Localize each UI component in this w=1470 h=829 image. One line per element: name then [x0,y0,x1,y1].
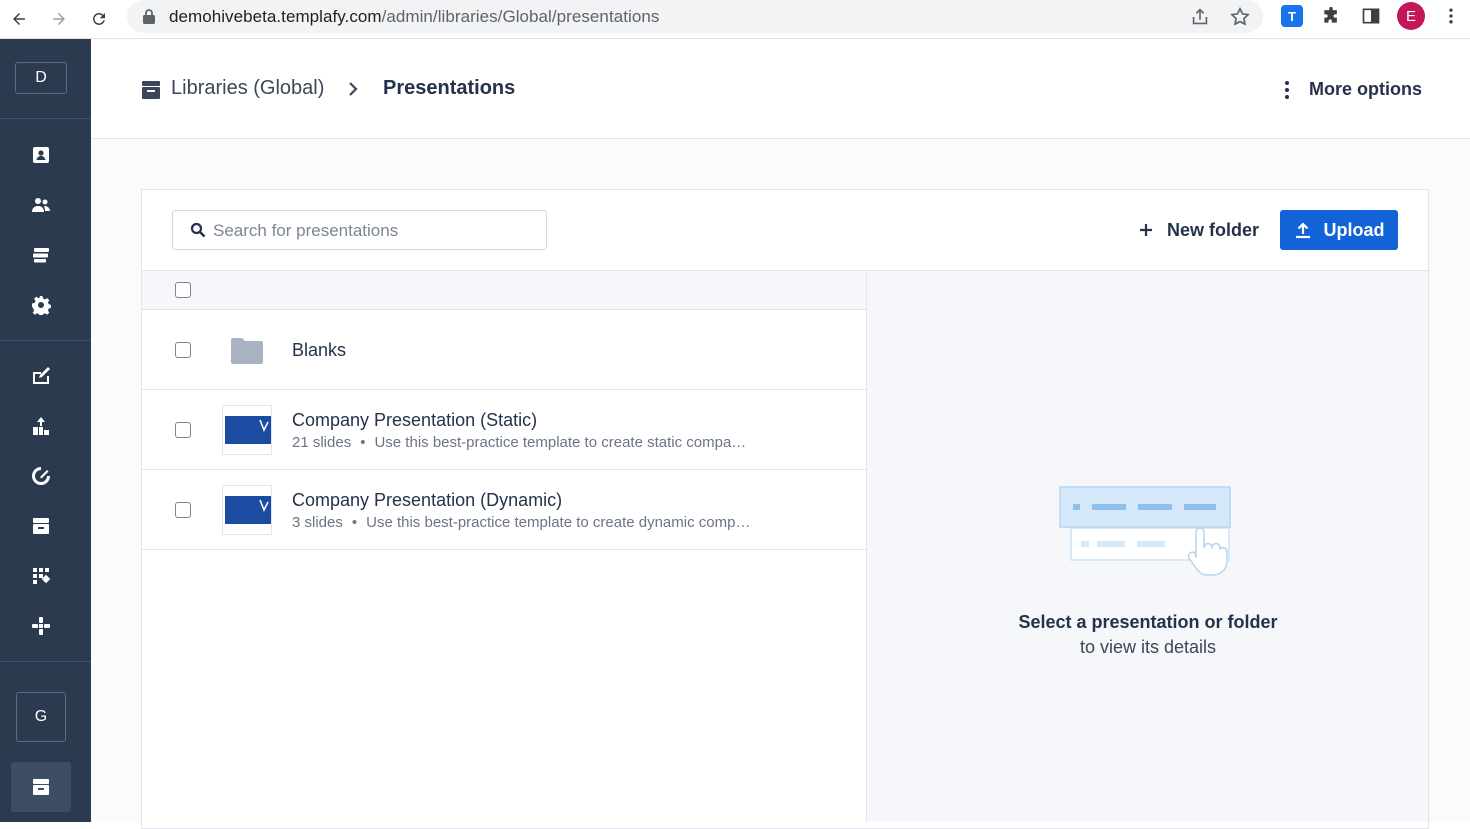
folder-icon [231,338,263,364]
bookmark-star-icon[interactable] [1229,6,1251,28]
edit-document-icon[interactable] [30,365,52,387]
details-panel: Select a presentation or folder to view … [866,270,1428,822]
contact-card-icon[interactable] [30,144,52,166]
sidebar-divider [0,118,91,119]
item-meta: 3 slides • Use this best-practice template… [292,514,751,531]
list-item-presentation[interactable]: Company Presentation (Static) 21 slides •… [142,390,866,470]
empty-state-subtitle: to view its details [1079,637,1217,657]
upload-label: Upload [1323,219,1385,240]
share-icon[interactable] [1189,6,1211,28]
back-button[interactable] [5,5,33,33]
integrations-icon[interactable] [30,615,52,637]
sidebar-divider [0,340,91,341]
select-all-checkbox[interactable] [175,282,191,298]
forward-button[interactable] [45,5,73,33]
presentation-thumbnail [222,405,272,455]
list-header-row [142,270,866,310]
page-title: Presentations [383,77,516,99]
search-box[interactable] [172,210,547,250]
templafy-extension-icon[interactable]: T [1281,5,1303,27]
library-stack-icon[interactable] [30,244,52,266]
reload-button[interactable] [85,5,113,33]
lock-icon [143,9,155,24]
upload-button[interactable]: Upload [1280,210,1398,250]
tenant-avatar[interactable]: D [15,62,67,94]
more-options-button[interactable]: More options [1309,79,1422,100]
row-checkbox[interactable] [175,502,191,518]
profile-avatar[interactable]: E [1397,2,1425,30]
breadcrumb-libraries[interactable]: Libraries (Global) [171,77,324,100]
new-folder-button[interactable]: New folder [1137,212,1259,248]
list-item-folder[interactable]: Blanks [142,310,866,390]
item-title: Company Presentation (Dynamic) [292,490,563,510]
upload-icon [1295,222,1310,239]
list-item-presentation[interactable]: Company Presentation (Dynamic) 3 slides •… [142,470,866,550]
item-title: Company Presentation (Static) [292,410,538,430]
users-icon[interactable] [30,194,52,216]
more-vertical-icon[interactable] [1278,79,1296,101]
sidebar: D G [0,39,91,822]
extensions-puzzle-icon[interactable] [1320,5,1342,27]
item-meta: 21 slides • Use this best-practice templat… [292,434,747,451]
chevron-right-icon [349,82,358,96]
plus-icon [1140,224,1152,236]
analytics-icon[interactable] [30,465,52,487]
library-archive-icon [142,81,160,99]
reload-icon [93,12,105,25]
item-title: Blanks [292,340,347,360]
browser-menu-icon[interactable] [1440,5,1462,27]
library-archive-icon [33,779,49,795]
archive-icon[interactable] [30,515,52,537]
new-folder-label: New folder [1167,219,1260,240]
browser-toolbar: demohivebeta.templafy.com/admin/librarie… [0,0,1470,39]
sidebar-item-libraries[interactable] [11,762,71,812]
page-header: Libraries (Global) Presentations More op… [91,39,1470,139]
search-icon [190,222,206,238]
row-checkbox[interactable] [175,342,191,358]
address-bar[interactable]: demohivebeta.templafy.com/admin/librarie… [127,0,1263,33]
empty-state-title: Select a presentation or folder [1018,612,1278,632]
row-checkbox[interactable] [175,422,191,438]
presentation-thumbnail [222,485,272,535]
arrow-left-icon [13,13,25,25]
global-avatar[interactable]: G [16,692,66,742]
apps-grid-icon[interactable] [30,565,52,587]
hierarchy-icon[interactable] [30,415,52,437]
select-item-illustration [1059,486,1231,576]
side-panel-icon[interactable] [1360,5,1382,27]
gear-icon[interactable] [30,294,52,316]
url-text: demohivebeta.templafy.com/admin/librarie… [169,7,660,26]
sidebar-divider [0,661,91,662]
search-input[interactable] [213,219,533,243]
arrow-right-icon [53,13,65,25]
